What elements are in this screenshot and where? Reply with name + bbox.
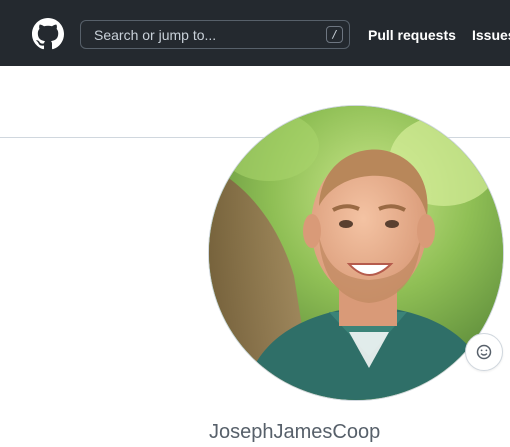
profile-username: JosephJamesCoop xyxy=(209,421,381,443)
search-placeholder: Search or jump to... xyxy=(94,27,217,43)
nav-issues[interactable]: Issues xyxy=(472,27,510,43)
github-mark-icon[interactable] xyxy=(32,18,64,50)
user-avatar[interactable] xyxy=(208,105,504,401)
search-input[interactable]: Search or jump to... / xyxy=(80,20,350,49)
avatar-photo xyxy=(209,106,503,400)
site-header: Search or jump to... / Pull requests Iss… xyxy=(0,0,510,66)
nav-pull-requests[interactable]: Pull requests xyxy=(368,27,456,43)
set-status-button[interactable] xyxy=(465,333,503,371)
search-shortcut-key: / xyxy=(326,26,343,43)
smiley-icon xyxy=(476,344,492,360)
